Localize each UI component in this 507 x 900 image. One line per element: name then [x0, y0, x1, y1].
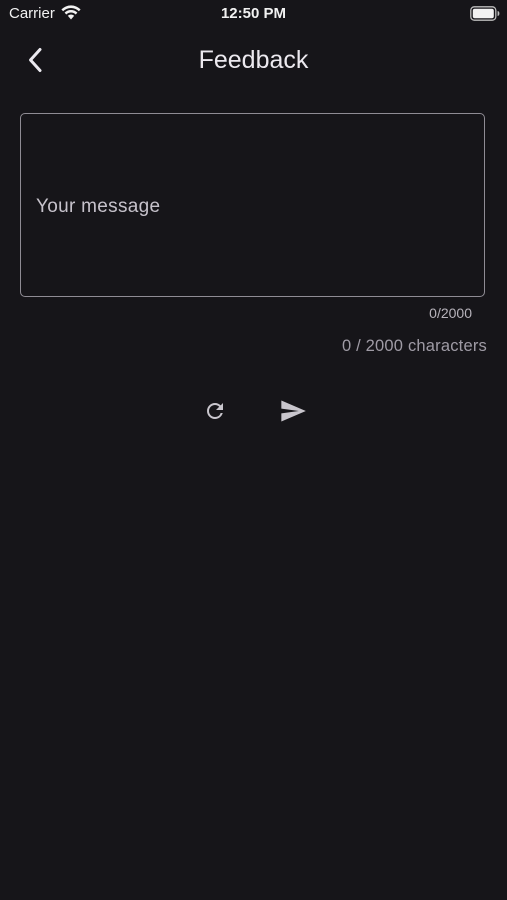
character-count-label: 0 / 2000 characters: [341, 337, 487, 355]
page-title: Feedback: [198, 46, 309, 74]
status-time: 12:50 PM: [220, 5, 287, 22]
message-field[interactable]: Your message: [20, 113, 485, 297]
app-bar: Feedback: [0, 36, 507, 84]
send-icon: [281, 400, 306, 422]
character-counter: 0/2000: [429, 305, 472, 321]
message-placeholder: Your message: [36, 196, 161, 217]
status-bar: Carrier 12:50 PM: [0, 0, 507, 28]
reset-button[interactable]: [193, 389, 237, 433]
refresh-icon: [207, 403, 223, 419]
battery-icon: [470, 6, 500, 21]
send-button[interactable]: [271, 389, 315, 433]
